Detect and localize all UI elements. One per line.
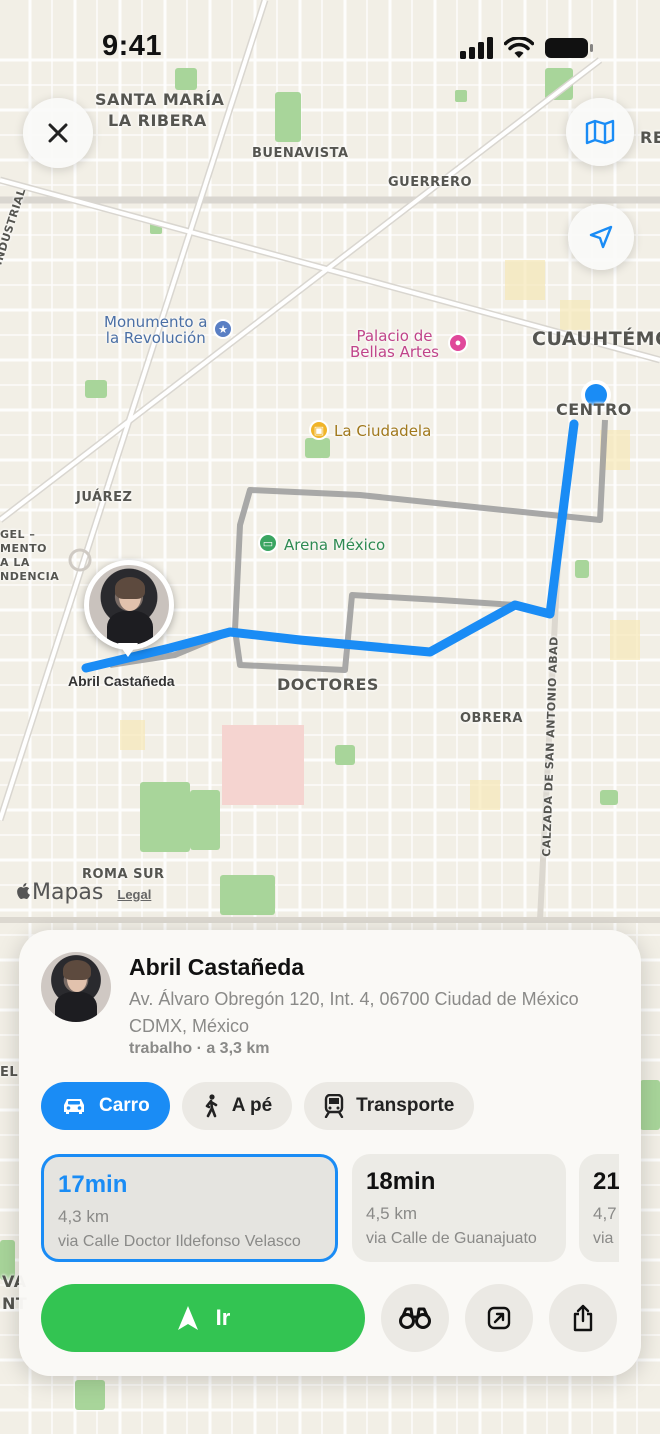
poi-monumento-line1: Monumento a	[104, 313, 208, 331]
close-icon	[48, 123, 68, 143]
map-label-re: RE	[640, 128, 660, 147]
location-arrow-icon	[589, 225, 613, 249]
shopping-bag-icon[interactable]: ▣	[309, 420, 329, 440]
mode-transit-button[interactable]: Transporte	[304, 1082, 475, 1130]
status-icons	[460, 36, 594, 60]
map-label-guerrero: GUERRERO	[388, 175, 473, 190]
locate-button[interactable]	[568, 204, 634, 270]
route-option-1[interactable]: 17min 4,3 km via Calle Doctor Ildefonso …	[41, 1154, 338, 1262]
poi-monumento-line2: la Revolución	[105, 329, 206, 347]
route-time: 21	[593, 1168, 619, 1195]
star-icon[interactable]: ★	[213, 319, 233, 339]
share-button[interactable]	[549, 1284, 617, 1352]
map-label-mento: MENTO	[0, 542, 48, 555]
status-bar: 9:41	[0, 0, 660, 90]
navigation-arrow-icon	[177, 1306, 198, 1330]
route-via: via Calle Doctor Ildefonso Velasco	[58, 1233, 301, 1250]
avatar	[89, 565, 169, 645]
route-option-2[interactable]: 18min 4,5 km via Calle de Guanajuato	[352, 1154, 566, 1262]
mapas-text: Mapas	[32, 880, 104, 905]
map-label-a-la: A LA	[0, 556, 30, 569]
open-in-button[interactable]	[465, 1284, 533, 1352]
contact-avatar	[41, 952, 111, 1022]
wifi-icon	[504, 37, 534, 58]
route-options: 17min 4,3 km via Calle Doctor Ildefonso …	[41, 1154, 619, 1264]
mode-car-button[interactable]: Carro	[41, 1082, 170, 1130]
mode-car-label: Carro	[99, 1095, 150, 1116]
transport-modes: Carro A pé Transporte	[41, 1082, 475, 1130]
pin-tail	[118, 643, 138, 657]
route-option-3[interactable]: 21 4,7 via	[579, 1154, 619, 1262]
poi-arena-mexico[interactable]: Arena México	[284, 537, 385, 553]
map-mode-button[interactable]	[566, 98, 634, 166]
route-distance: 4,5 km	[366, 1204, 418, 1223]
share-icon	[573, 1304, 593, 1332]
car-icon	[64, 1099, 84, 1114]
map-label-obrera: OBRERA	[460, 711, 523, 726]
close-button[interactable]	[23, 98, 93, 168]
apple-icon	[17, 883, 30, 899]
contact-address: Av. Álvaro Obregón 120, Int. 4, 06700 Ci…	[129, 989, 579, 1036]
mode-walk-button[interactable]: A pé	[181, 1082, 293, 1130]
arena-icon[interactable]: ▭	[258, 533, 278, 553]
cellular-signal-icon	[460, 37, 493, 59]
route-time: 18min	[366, 1168, 436, 1195]
poi-palacio-bellas-artes[interactable]: Palacio de Bellas Artes	[350, 328, 439, 360]
poi-palacio-line1: Palacio de	[356, 327, 433, 345]
contact-name: Abril Castañeda	[129, 954, 305, 980]
route-via: via	[593, 1230, 614, 1247]
directions-sheet: Abril Castañeda Av. Álvaro Obregón 120, …	[19, 930, 641, 1376]
external-link-icon	[487, 1306, 511, 1330]
map-label-buenavista: BUENAVISTA	[252, 146, 349, 161]
legal-link[interactable]: Legal	[117, 887, 151, 902]
map-label-la-ribera: LA RIBERA	[108, 111, 207, 130]
map-label-juarez: JUÁREZ	[76, 490, 133, 505]
map-icon	[585, 119, 615, 145]
map-label-ndencia: NDENCIA	[0, 570, 60, 583]
apple-maps-logo: Mapas	[16, 880, 103, 905]
walk-icon	[205, 1094, 217, 1118]
map-attribution: Mapas Legal	[16, 880, 151, 905]
route-via: via Calle de Guanajuato	[366, 1230, 537, 1247]
go-button[interactable]: Ir	[41, 1284, 365, 1352]
map-label-doctores: DOCTORES	[277, 675, 379, 694]
contact-pin[interactable]	[84, 560, 174, 650]
map-label-el: EL	[0, 1065, 19, 1080]
map-label-cuauhtemoc: CUAUHTÉMOC	[532, 328, 660, 350]
route-time: 17min	[58, 1171, 128, 1198]
go-label: Ir	[215, 1305, 231, 1330]
look-around-button[interactable]	[381, 1284, 449, 1352]
map-label-santa-maria: SANTA MARÍA	[95, 90, 225, 109]
pin-name-label: Abril Castañeda	[68, 673, 175, 689]
poi-palacio-line2: Bellas Artes	[350, 343, 439, 361]
binoculars-icon	[399, 1307, 431, 1329]
mode-walk-label: A pé	[231, 1095, 273, 1116]
poi-monumento-revolucion[interactable]: Monumento a la Revolución	[104, 314, 208, 346]
route-distance: 4,7	[593, 1204, 617, 1223]
landmark-pink-icon[interactable]: ●	[448, 333, 468, 353]
contact-meta: trabalho · a 3,3 km	[129, 1040, 270, 1057]
train-icon	[324, 1094, 344, 1118]
mode-transit-label: Transporte	[356, 1095, 455, 1116]
map-label-centro: CENTRO	[556, 400, 632, 419]
status-time: 9:41	[102, 30, 163, 62]
map-label-gel: GEL –	[0, 528, 36, 541]
battery-icon	[545, 38, 593, 58]
route-distance: 4,3 km	[58, 1207, 110, 1226]
poi-la-ciudadela[interactable]: La Ciudadela	[334, 423, 431, 439]
